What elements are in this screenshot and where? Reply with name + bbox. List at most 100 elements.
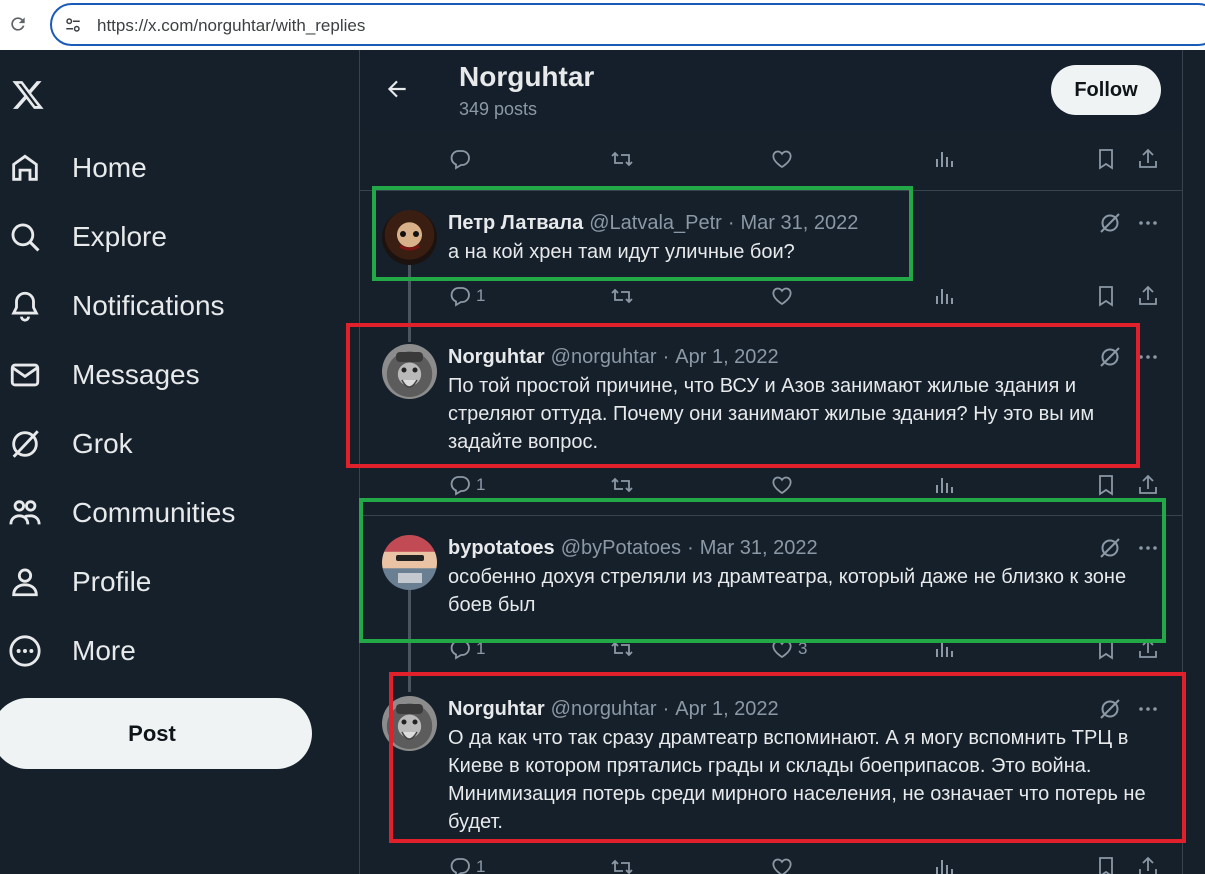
more-dots-icon[interactable] — [1136, 211, 1160, 235]
reply-button[interactable]: 1 — [448, 636, 485, 662]
retweet-button[interactable] — [610, 472, 634, 498]
share-icon — [1139, 856, 1157, 874]
like-count: 3 — [798, 639, 808, 658]
bell-icon — [11, 291, 39, 322]
views-button[interactable] — [932, 283, 956, 309]
sidebar-item-grok[interactable]: Grok — [0, 416, 340, 472]
sidebar-item-notifications[interactable]: Notifications — [0, 278, 340, 334]
tweet-header: bypotatoes @byPotatoes · Mar 31, 2022 — [448, 535, 818, 561]
avatar-face-icon — [399, 231, 420, 251]
back-arrow-icon[interactable] — [384, 76, 410, 102]
sidebar-item-explore[interactable]: Explore — [0, 209, 340, 265]
separator: · — [727, 211, 735, 234]
sidebar-item-label: Home — [72, 152, 147, 183]
tweet-author-name[interactable]: Norguhtar — [448, 698, 545, 721]
grok-icon[interactable] — [1098, 211, 1122, 235]
views-button[interactable] — [932, 146, 956, 172]
reply-button[interactable]: 1 — [448, 283, 485, 309]
share-icon — [1139, 638, 1157, 658]
tweet-author-name[interactable]: bypotatoes — [448, 537, 555, 560]
sidebar-item-communities[interactable]: Communities — [0, 485, 340, 541]
tweet-header: Norguhtar @norguhtar · Apr 1, 2022 — [448, 696, 779, 722]
more-dots-icon[interactable] — [1136, 345, 1160, 369]
search-icon — [11, 223, 40, 252]
bookmark-icon — [1099, 286, 1113, 307]
tweet-author-handle[interactable]: @Latvala_Petr — [589, 212, 722, 235]
share-button[interactable] — [1136, 854, 1160, 874]
tune-icon[interactable] — [64, 16, 82, 34]
avatar[interactable] — [382, 344, 437, 399]
sidebar-item-messages[interactable]: Messages — [0, 347, 340, 403]
share-button[interactable] — [1136, 636, 1160, 662]
views-icon — [936, 478, 953, 493]
heart-icon — [772, 150, 792, 169]
retweet-icon — [611, 641, 633, 657]
bookmark-button[interactable] — [1094, 854, 1118, 874]
retweet-button[interactable] — [610, 283, 634, 309]
sidebar-item-more[interactable]: More — [0, 623, 340, 679]
grok-icon[interactable] — [1098, 536, 1122, 560]
bookmark-button[interactable] — [1094, 283, 1118, 309]
retweet-button[interactable] — [610, 146, 634, 172]
like-button[interactable] — [770, 472, 794, 498]
reply-button[interactable] — [448, 146, 472, 172]
feed-column: Norguhtar 349 posts Follow Петр Латвала … — [359, 50, 1183, 874]
post-button[interactable]: Post — [0, 698, 312, 769]
grok-icon[interactable] — [1098, 345, 1122, 369]
follow-button[interactable]: Follow — [1051, 65, 1161, 115]
views-button[interactable] — [932, 636, 956, 662]
tweet-author-name[interactable]: Петр Латвала — [448, 212, 583, 235]
bookmark-icon — [1099, 857, 1113, 874]
retweet-button[interactable] — [610, 636, 634, 662]
views-button[interactable] — [932, 472, 956, 498]
more-dots-icon[interactable] — [1136, 536, 1160, 560]
reload-icon[interactable] — [8, 14, 28, 34]
views-icon — [936, 289, 953, 304]
reply-button[interactable]: 1 — [448, 472, 485, 498]
sidebar-item-profile[interactable]: Profile — [0, 554, 340, 610]
tweet-date[interactable]: Apr 1, 2022 — [675, 698, 778, 721]
share-button[interactable] — [1136, 283, 1160, 309]
reply-count: 1 — [476, 286, 486, 305]
like-button[interactable]: 3 — [770, 636, 807, 662]
bookmark-button[interactable] — [1094, 636, 1118, 662]
tweet-header: Norguhtar @norguhtar · Apr 1, 2022 — [448, 344, 779, 370]
tweet-text: а на кой хрен там идут уличные бои? — [448, 241, 795, 263]
x-logo[interactable] — [10, 78, 46, 112]
bookmark-button[interactable] — [1094, 146, 1118, 172]
retweet-button[interactable] — [610, 854, 634, 874]
tweet-author-handle[interactable]: @norguhtar — [551, 346, 657, 369]
bookmark-button[interactable] — [1094, 472, 1118, 498]
tweet-date[interactable]: Apr 1, 2022 — [675, 346, 778, 369]
share-button[interactable] — [1136, 472, 1160, 498]
views-button[interactable] — [932, 854, 956, 874]
communities-icon — [9, 500, 41, 525]
address-bar[interactable]: https://x.com/norguhtar/with_replies — [50, 3, 1205, 46]
avatar[interactable] — [382, 535, 437, 590]
tweet-author-handle[interactable]: @byPotatoes — [561, 537, 681, 560]
views-icon — [936, 860, 953, 874]
person-icon — [12, 568, 38, 597]
like-button[interactable] — [770, 283, 794, 309]
heart-icon — [772, 858, 792, 874]
home-icon — [12, 154, 38, 181]
like-button[interactable] — [770, 146, 794, 172]
reply-icon — [450, 150, 470, 170]
reply-button[interactable]: 1 — [448, 854, 485, 874]
more-dots-icon[interactable] — [1136, 697, 1160, 721]
tweet-date[interactable]: Mar 31, 2022 — [700, 537, 818, 560]
like-button[interactable] — [770, 854, 794, 874]
sidebar-item-label: More — [72, 635, 136, 666]
avatar[interactable] — [382, 210, 437, 265]
tweet-author-handle[interactable]: @norguhtar — [551, 698, 657, 721]
browser-toolbar: https://x.com/norguhtar/with_replies — [0, 0, 1205, 50]
more-circle-icon — [9, 635, 41, 667]
share-button[interactable] — [1136, 146, 1160, 172]
sidebar-item-home[interactable]: Home — [0, 140, 340, 196]
separator: · — [687, 536, 694, 559]
avatar[interactable] — [382, 696, 437, 751]
grok-icon[interactable] — [1098, 697, 1122, 721]
tweet-author-name[interactable]: Norguhtar — [448, 346, 545, 369]
tweet-date[interactable]: Mar 31, 2022 — [741, 212, 859, 235]
separator: · — [662, 345, 670, 368]
